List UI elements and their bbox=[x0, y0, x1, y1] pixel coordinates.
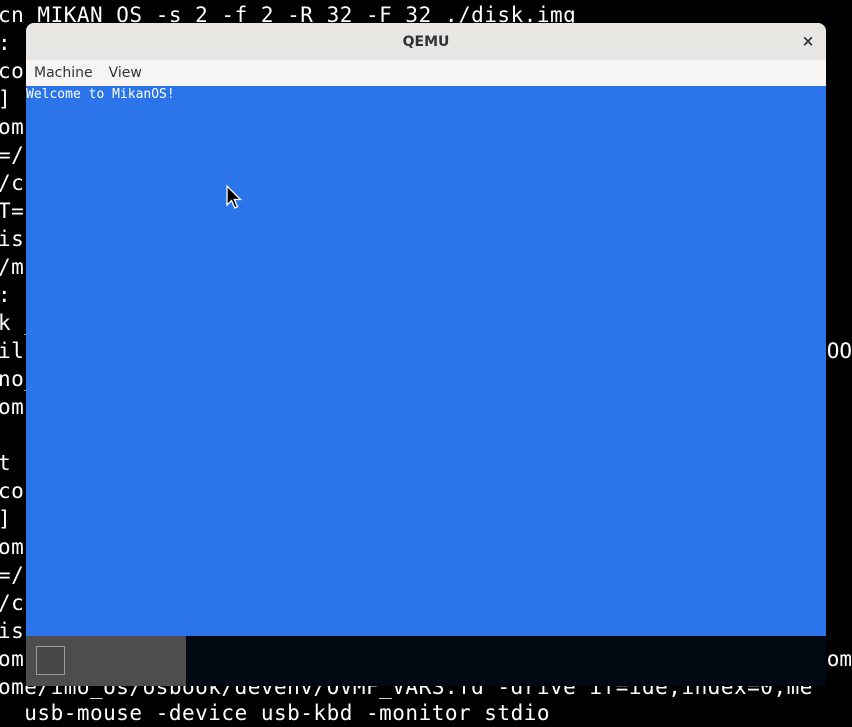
close-button[interactable]: × bbox=[796, 30, 820, 52]
terminal-fragment: OO bbox=[826, 339, 852, 363]
terminal-line: T= bbox=[0, 199, 25, 223]
guest-display[interactable]: Welcome to MikanOS! bbox=[26, 86, 826, 636]
mouse-pointer-icon bbox=[226, 185, 242, 209]
welcome-message: Welcome to MikanOS! bbox=[26, 87, 175, 102]
terminal-fragment: om bbox=[826, 647, 852, 671]
terminal-line: usb-mouse -device usb-kbd -monitor stdio bbox=[0, 701, 551, 725]
terminal-line: /c bbox=[0, 171, 25, 195]
terminal-line: /c bbox=[0, 591, 25, 615]
taskbar bbox=[26, 636, 186, 686]
terminal-line: ] bbox=[0, 87, 25, 111]
menu-bar: Machine View bbox=[26, 60, 826, 87]
terminal-line: om bbox=[0, 535, 25, 559]
terminal-line: is bbox=[0, 619, 25, 643]
taskbar-button[interactable] bbox=[36, 646, 65, 675]
title-bar[interactable]: QEMU × bbox=[26, 23, 826, 61]
terminal-line: =/ bbox=[0, 563, 25, 587]
taskbar-background bbox=[186, 636, 826, 686]
menu-view[interactable]: View bbox=[101, 60, 150, 86]
window-title: QEMU bbox=[402, 33, 450, 50]
menu-machine[interactable]: Machine bbox=[26, 60, 101, 86]
close-icon: × bbox=[801, 32, 815, 50]
qemu-window[interactable]: QEMU × Machine View Welcome to MikanOS! bbox=[26, 23, 826, 636]
terminal-line: is bbox=[0, 227, 25, 251]
terminal-line: =/ bbox=[0, 143, 25, 167]
terminal-line: om bbox=[0, 115, 25, 139]
terminal-line: /m bbox=[0, 255, 25, 279]
terminal-line: t bbox=[0, 451, 25, 475]
terminal-line: om bbox=[0, 395, 25, 419]
terminal-line: il bbox=[0, 339, 25, 363]
terminal-line: ] bbox=[0, 507, 25, 531]
